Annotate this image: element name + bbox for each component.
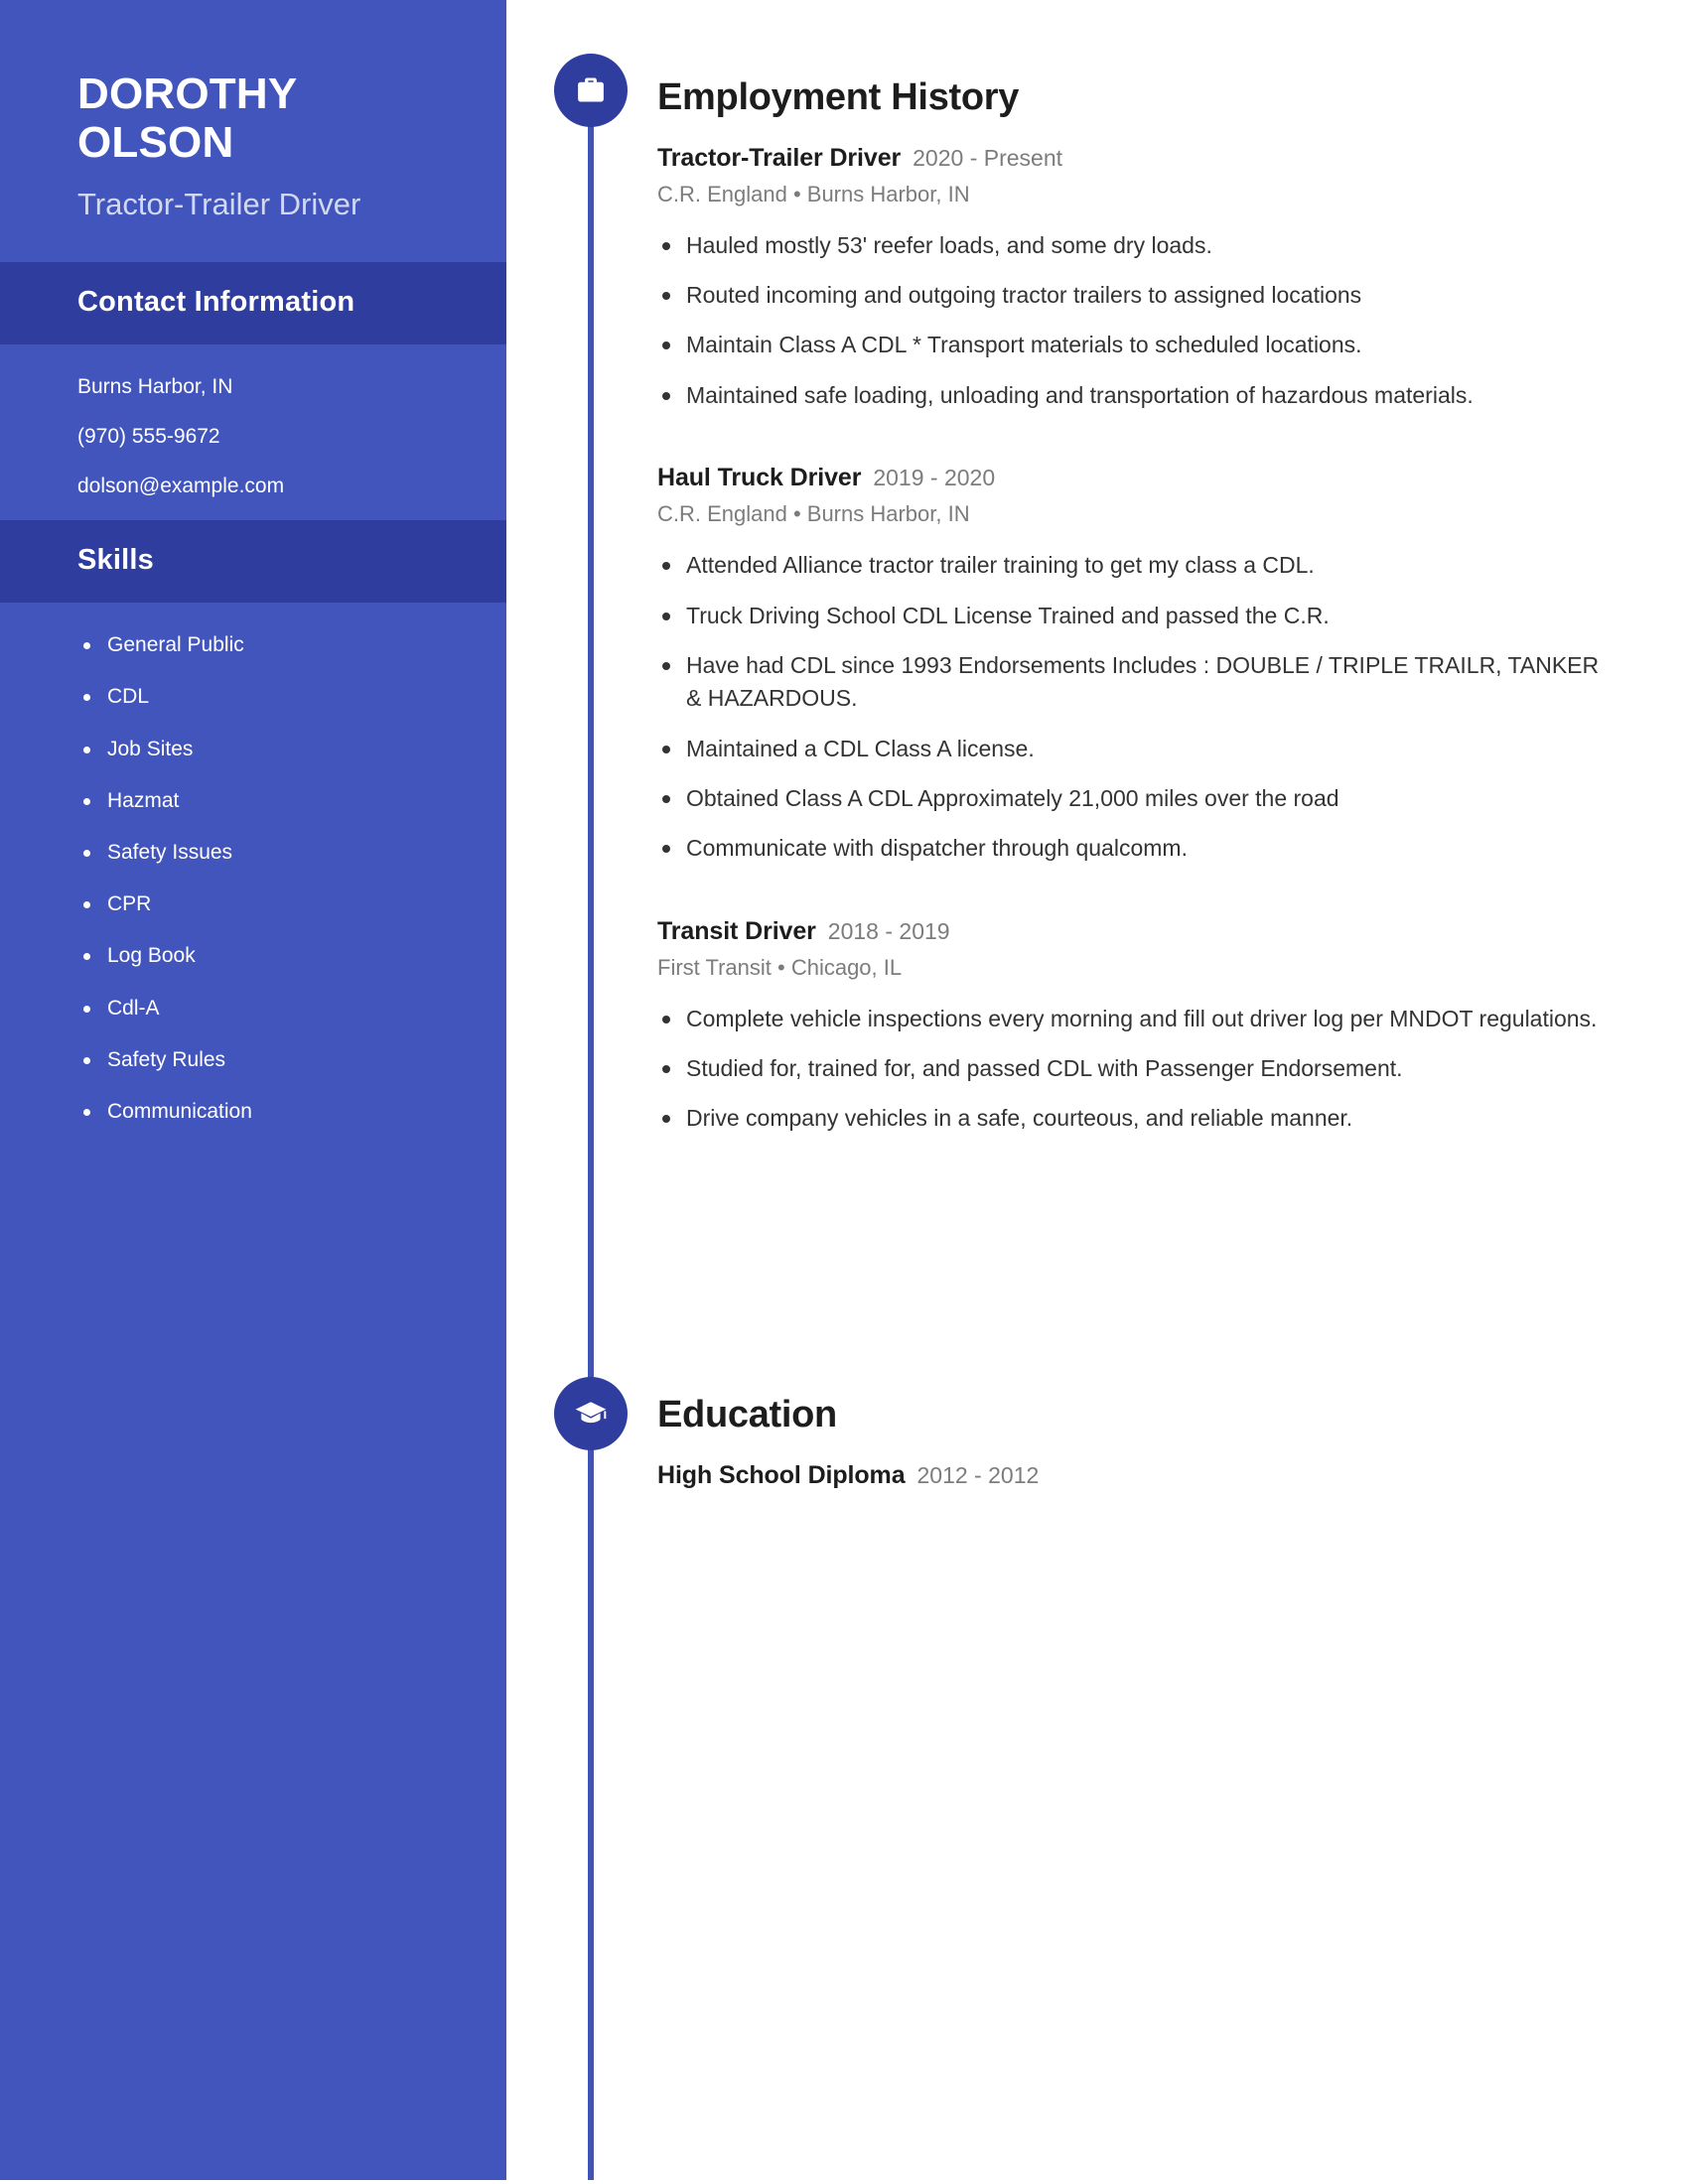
skill-item: CPR	[77, 891, 429, 916]
contact-phone[interactable]: (970) 555-9672	[77, 424, 429, 449]
entry-role: Haul Truck Driver	[657, 464, 862, 492]
bullet-item: Maintained safe loading, unloading and t…	[657, 379, 1611, 412]
skill-item: Safety Issues	[77, 840, 429, 865]
resume-page: DOROTHY OLSON Tractor-Trailer Driver Con…	[0, 0, 1688, 2184]
bullet-item: Drive company vehicles in a safe, courte…	[657, 1102, 1611, 1135]
identity-block: DOROTHY OLSON Tractor-Trailer Driver	[0, 0, 506, 262]
contact-section-header: Contact Information	[0, 261, 506, 344]
entry-bullets: Attended Alliance tractor trailer traini…	[657, 549, 1611, 865]
bullet-item: Complete vehicle inspections every morni…	[657, 1003, 1611, 1035]
entry-bullets: Complete vehicle inspections every morni…	[657, 1003, 1611, 1136]
skill-item: Log Book	[77, 943, 429, 968]
bullet-item: Communicate with dispatcher through qual…	[657, 832, 1611, 865]
skill-item: Hazmat	[77, 788, 429, 813]
entry-role: Transit Driver	[657, 916, 816, 945]
skill-item: CDL	[77, 684, 429, 709]
contact-heading: Contact Information	[77, 285, 355, 318]
employment-history-section: Employment History Tractor-Trailer Drive…	[657, 76, 1611, 1136]
skill-item: Safety Rules	[77, 1047, 429, 1072]
bullet-item: Hauled mostly 53' reefer loads, and some…	[657, 229, 1611, 262]
education-section: Education High School Diploma 2012 - 201…	[657, 1394, 1039, 1490]
employment-entry: Transit Driver 2018 - 2019 First Transit…	[657, 917, 1611, 1136]
skills-list: General Public CDL Job Sites Hazmat Safe…	[77, 632, 429, 1124]
skill-item: Communication	[77, 1099, 429, 1124]
contact-section-body: Burns Harbor, IN (970) 555-9672 dolson@e…	[0, 344, 506, 521]
bullet-item: Obtained Class A CDL Approximately 21,00…	[657, 782, 1611, 815]
entry-header: Haul Truck Driver 2019 - 2020	[657, 464, 1611, 492]
entry-header: High School Diploma 2012 - 2012	[657, 1461, 1039, 1490]
sidebar: DOROTHY OLSON Tractor-Trailer Driver Con…	[0, 0, 506, 2180]
education-entry: High School Diploma 2012 - 2012	[657, 1461, 1039, 1490]
bullet-item: Studied for, trained for, and passed CDL…	[657, 1052, 1611, 1085]
employment-entry: Haul Truck Driver 2019 - 2020 C.R. Engla…	[657, 464, 1611, 865]
bullet-item: Maintain Class A CDL * Transport materia…	[657, 329, 1611, 361]
entry-company-location: C.R. England • Burns Harbor, IN	[657, 181, 970, 206]
skill-item: Job Sites	[77, 737, 429, 761]
graduation-cap-icon	[554, 1377, 628, 1450]
bullet-item: Maintained a CDL Class A license.	[657, 733, 1611, 765]
bullet-item: Truck Driving School CDL License Trained…	[657, 600, 1611, 632]
bullet-item: Routed incoming and outgoing tractor tra…	[657, 279, 1611, 312]
skills-section-body: General Public CDL Job Sites Hazmat Safe…	[0, 603, 506, 1146]
education-heading: Education	[657, 1394, 837, 1435]
entry-header: Tractor-Trailer Driver 2020 - Present	[657, 144, 1611, 173]
entry-company-location: C.R. England • Burns Harbor, IN	[657, 501, 970, 527]
employment-heading: Employment History	[657, 76, 1020, 118]
bullet-item: Have had CDL since 1993 Endorsements Inc…	[657, 649, 1611, 716]
skills-heading: Skills	[77, 544, 154, 577]
candidate-name: DOROTHY OLSON	[77, 69, 297, 168]
entry-header: Transit Driver 2018 - 2019	[657, 917, 1611, 946]
contact-location: Burns Harbor, IN	[77, 374, 233, 398]
entry-company-location: First Transit • Chicago, IL	[657, 954, 903, 980]
candidate-job-title: Tractor-Trailer Driver	[77, 186, 361, 221]
bullet-item: Attended Alliance tractor trailer traini…	[657, 549, 1611, 582]
entry-dates: 2020 - Present	[913, 144, 1063, 171]
briefcase-icon	[554, 54, 628, 127]
contact-email[interactable]: dolson@example.com	[77, 474, 429, 498]
entry-degree: High School Diploma	[657, 1460, 906, 1489]
entry-dates: 2019 - 2020	[873, 465, 996, 491]
entry-dates: 2012 - 2012	[916, 1461, 1040, 1488]
skills-section-header: Skills	[0, 520, 506, 604]
timeline-rail	[588, 84, 594, 2180]
skill-item: General Public	[77, 632, 429, 657]
employment-entry: Tractor-Trailer Driver 2020 - Present C.…	[657, 144, 1611, 412]
entry-dates: 2018 - 2019	[827, 917, 950, 944]
skill-item: Cdl-A	[77, 996, 429, 1021]
entry-role: Tractor-Trailer Driver	[657, 143, 902, 172]
entry-bullets: Hauled mostly 53' reefer loads, and some…	[657, 229, 1611, 412]
